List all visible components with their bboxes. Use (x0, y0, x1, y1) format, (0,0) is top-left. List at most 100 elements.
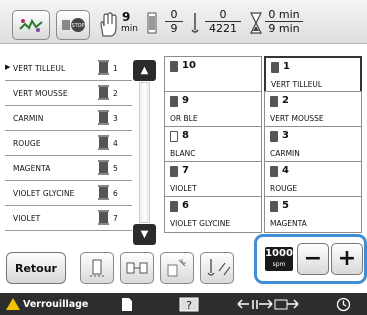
scroll-up-button[interactable]: ▲ (133, 60, 156, 81)
thread-spool-icon (98, 210, 109, 225)
color-cell-8[interactable]: 8 BLANC (164, 126, 262, 163)
color-cell-7[interactable]: 7 VIOLET (164, 161, 262, 198)
time-total: 9 min (268, 22, 300, 35)
magic-color-icon (167, 259, 186, 277)
thread-name: VERT MOUSSE (13, 89, 68, 98)
speed-unit: spm (272, 261, 286, 268)
thread-spool-icon (170, 166, 178, 177)
speed-control: 1000 spm − + (254, 234, 367, 284)
stitch-current: 0 (219, 8, 227, 21)
thread-spool-icon (147, 12, 157, 34)
list-item[interactable]: VIOLET GLYCINE 6 (5, 181, 132, 206)
color-total: 9 (170, 22, 178, 35)
thread-spool-icon (98, 135, 109, 150)
stop-button[interactable]: STOP (56, 10, 90, 40)
thread-name: ROUGE (13, 139, 41, 148)
list-item[interactable]: VERT MOUSSE 2 (5, 81, 132, 106)
spool-dotted-icon (90, 259, 104, 277)
document-icon[interactable] (120, 296, 134, 312)
color-change-button[interactable] (160, 252, 194, 284)
thread-name: MAGENTA (13, 164, 51, 173)
thread-number: 4 (113, 139, 118, 148)
embroidery-design-button[interactable] (12, 10, 50, 40)
needle-trim-button[interactable] (200, 252, 234, 284)
cell-number: 9 (182, 95, 189, 106)
bottom-bar: Verrouillage ? (0, 293, 367, 315)
thread-spool-icon (98, 185, 109, 200)
hand-icon (100, 12, 117, 37)
list-item[interactable]: VIOLET 7 (5, 206, 132, 231)
cell-name: OR BLE (170, 114, 198, 123)
cell-name: MAGENTA (270, 219, 307, 228)
thread-spool-icon (98, 160, 109, 175)
frame-move-icon[interactable] (236, 296, 300, 312)
lock-label: Verrouillage (23, 298, 89, 310)
color-cell-3[interactable]: 3 CARMIN (264, 126, 362, 163)
time-counter: 0 min 9 min (264, 8, 304, 35)
list-item[interactable]: MAGENTA 5 (5, 156, 132, 181)
cell-name: VERT TILLEUL (271, 80, 323, 89)
color-cell-10[interactable]: 10 (164, 56, 262, 93)
cell-number: 10 (182, 60, 196, 71)
thread-spool-icon (170, 96, 178, 107)
needle-icon (191, 13, 199, 33)
thread-number: 6 (113, 189, 118, 198)
scroll-down-button[interactable]: ▼ (133, 224, 156, 245)
thread-trim-button[interactable] (80, 252, 114, 284)
thread-spool-icon (98, 60, 109, 75)
thread-spool-icon (98, 110, 109, 125)
color-cell-2[interactable]: 2 VERT MOUSSE (264, 91, 362, 128)
thread-name: CARMIN (13, 114, 44, 123)
thread-number: 2 (113, 89, 118, 98)
cell-number: 8 (182, 130, 189, 141)
svg-text:?: ? (186, 299, 192, 312)
list-item[interactable]: CARMIN 3 (5, 106, 132, 131)
current-arrow-icon: ▶ (5, 63, 11, 71)
list-item[interactable]: ROUGE 4 (5, 131, 132, 156)
scroll-track[interactable] (139, 82, 150, 223)
help-icon[interactable]: ? (178, 296, 200, 312)
lock-button[interactable]: Verrouillage (6, 296, 88, 312)
color-cell-1[interactable]: 1 VERT TILLEUL (264, 56, 362, 93)
cell-number: 2 (282, 95, 289, 106)
cell-number: 7 (182, 165, 189, 176)
thread-number: 3 (113, 114, 118, 123)
thread-color-grid: 10 1 VERT TILLEUL 9 OR BLE 2 VERT MOUSSE… (164, 56, 364, 234)
color-current: 0 (170, 8, 178, 21)
cell-number: 3 (282, 130, 289, 141)
retour-button[interactable]: Retour (6, 252, 66, 284)
cell-name: VIOLET (170, 184, 197, 193)
list-item[interactable]: ▶ VERT TILLEUL 1 (5, 56, 132, 81)
speed-decrease-button[interactable]: − (297, 243, 329, 275)
color-cell-5[interactable]: 5 MAGENTA (264, 196, 362, 233)
speed-increase-button[interactable]: + (331, 243, 363, 275)
thread-spool-icon (270, 96, 278, 107)
color-cell-4[interactable]: 4 ROUGE (264, 161, 362, 198)
list-scrollbar[interactable]: ▲ ▼ (133, 56, 156, 248)
thread-spool-icon (271, 62, 279, 73)
embroidery-screen: STOP 9 min 0 9 0 4221 0 min 9 min ▶ VERT… (0, 0, 367, 315)
speed-value: 1000 (265, 248, 293, 259)
thread-name: VERT TILLEUL (13, 64, 66, 73)
thread-number: 1 (113, 64, 118, 73)
color-cell-9[interactable]: 9 OR BLE (164, 91, 262, 128)
time-current: 0 min (268, 8, 300, 21)
svg-text:STOP: STOP (71, 23, 84, 29)
thread-spool-icon (270, 131, 278, 142)
stitch-time-value: 9 (122, 10, 131, 24)
cell-name: VIOLET GLYCINE (170, 219, 231, 228)
thread-spool-icon (170, 61, 178, 72)
color-sort-button[interactable] (120, 252, 154, 284)
thread-spool-icon (170, 201, 178, 212)
cell-name: VERT MOUSSE (270, 114, 324, 123)
thread-spool-icon (270, 201, 278, 212)
needle-cut-icon (207, 259, 231, 276)
cell-name: ROUGE (270, 184, 298, 193)
color-cell-6[interactable]: 6 VIOLET GLYCINE (164, 196, 262, 233)
status-bar: STOP 9 min 0 9 0 4221 0 min 9 min (0, 0, 367, 44)
clock-icon[interactable] (335, 296, 351, 312)
sort-colors-icon (126, 262, 148, 274)
stitch-total: 4221 (209, 22, 237, 35)
hourglass-icon (250, 12, 262, 34)
cell-number: 5 (282, 200, 289, 211)
